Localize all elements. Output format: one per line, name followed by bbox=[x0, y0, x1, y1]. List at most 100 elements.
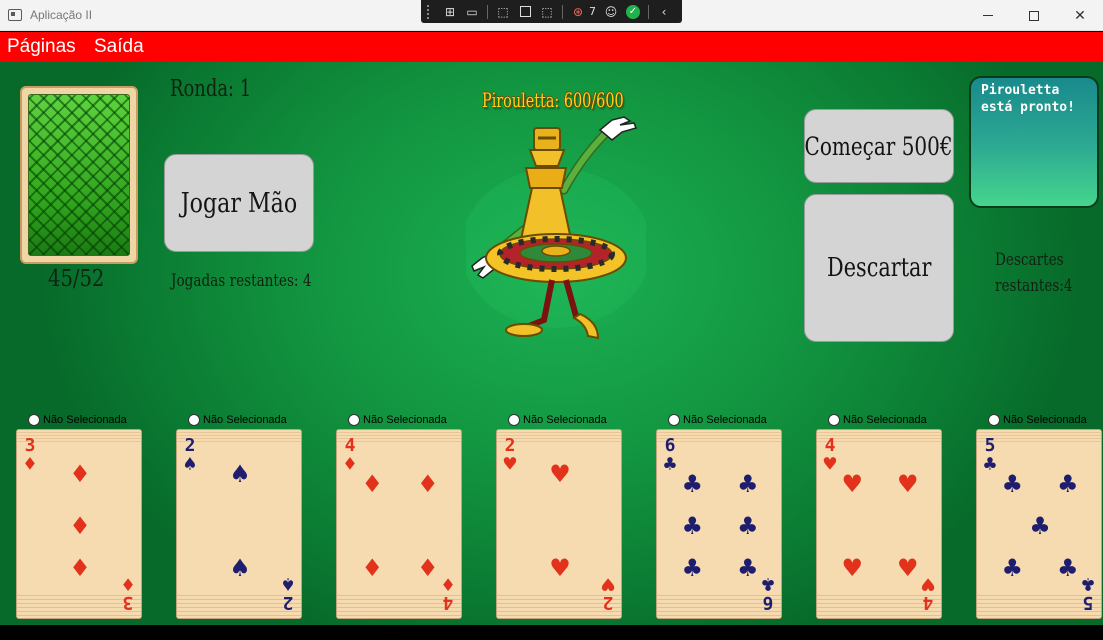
maximize-icon bbox=[1029, 10, 1039, 21]
start-button[interactable]: Começar 500€ bbox=[804, 109, 954, 183]
club-pip-icon: ♣ bbox=[681, 554, 704, 582]
playing-card[interactable]: 6 ♣ 6 ♣ ♣ ♣ ♣ ♣ ♣ ♣ bbox=[656, 429, 782, 619]
toolbar-divider bbox=[648, 4, 649, 19]
card-select-radio[interactable]: Não Selecionada bbox=[348, 413, 466, 427]
card-select-radio[interactable]: Não Selecionada bbox=[668, 413, 786, 427]
maximize-button[interactable] bbox=[1011, 0, 1057, 31]
accessibility-icon[interactable]: ☺ bbox=[600, 3, 622, 21]
window-title: Aplicação II bbox=[30, 8, 93, 22]
live-tree-icon[interactable]: ⊞ bbox=[439, 3, 461, 21]
hand-slot: Não Selecionada 6 ♣ 6 ♣ ♣ ♣ ♣ ♣ ♣ ♣ bbox=[656, 413, 786, 619]
card-select-radio[interactable]: Não Selecionada bbox=[828, 413, 946, 427]
track-focus-icon[interactable]: ⬚ bbox=[536, 3, 558, 21]
drag-handle-icon[interactable] bbox=[427, 4, 433, 19]
minimize-icon bbox=[983, 15, 993, 16]
heart-pip-icon: ♥ bbox=[841, 470, 864, 498]
club-pip-icon: ♣ bbox=[1001, 470, 1024, 498]
toolbar-divider bbox=[562, 4, 563, 19]
collapse-chevron-icon[interactable]: ‹ bbox=[653, 3, 675, 21]
spade-suit-icon: ♠ bbox=[281, 572, 295, 596]
playing-card[interactable]: 3 ♦ 3 ♦ ♦ ♦ ♦ bbox=[16, 429, 142, 619]
close-button[interactable]: ✕ bbox=[1057, 0, 1103, 31]
discard-button[interactable]: Descartar bbox=[804, 194, 954, 342]
club-suit-icon: ♣ bbox=[983, 452, 997, 476]
status-message-box: Pirouletta está pronto! bbox=[969, 76, 1099, 208]
spade-pip-icon: ♠ bbox=[229, 554, 251, 582]
radio-button[interactable] bbox=[508, 414, 520, 426]
playing-card[interactable]: 2 ♠ 2 ♠ ♠ ♠ bbox=[176, 429, 302, 619]
diamond-pip-icon: ♦ bbox=[69, 512, 91, 540]
heart-pip-icon: ♥ bbox=[896, 470, 919, 498]
card-corner-index: 2 ♠ bbox=[277, 572, 299, 613]
video-icon[interactable]: ▭ bbox=[461, 3, 483, 21]
card-corner-index: 4 ♦ bbox=[339, 437, 361, 476]
card-select-radio[interactable]: Não Selecionada bbox=[188, 413, 306, 427]
heart-pip-icon: ♥ bbox=[841, 554, 864, 582]
radio-button[interactable] bbox=[828, 414, 840, 426]
discard-label: Descartar bbox=[826, 253, 932, 283]
club-pip-icon: ♣ bbox=[736, 554, 759, 582]
menu-paginas[interactable]: Páginas bbox=[7, 36, 76, 58]
hand-slot: Não Selecionada 3 ♦ 3 ♦ ♦ ♦ ♦ bbox=[16, 413, 146, 619]
diamond-pip-icon: ♦ bbox=[416, 470, 439, 498]
radio-button[interactable] bbox=[988, 414, 1000, 426]
radio-button[interactable] bbox=[668, 414, 680, 426]
diamond-suit-icon: ♦ bbox=[121, 572, 135, 596]
club-pip-icon: ♣ bbox=[736, 470, 759, 498]
hand-slot: Não Selecionada 2 ♠ 2 ♠ ♠ ♠ bbox=[176, 413, 306, 619]
card-back-pattern bbox=[28, 94, 130, 256]
card-corner-index: 5 ♣ bbox=[979, 437, 1001, 476]
status-message: Pirouletta está pronto! bbox=[981, 83, 1075, 115]
play-hand-label: Jogar Mão bbox=[180, 187, 298, 219]
radio-button[interactable] bbox=[188, 414, 200, 426]
hand-slot: Não Selecionada 4 ♦ 4 ♦ ♦ ♦ ♦ ♦ bbox=[336, 413, 466, 619]
discards-remaining: Descartes restantes:4 bbox=[995, 247, 1092, 299]
display-layout-icon[interactable] bbox=[514, 3, 536, 21]
hand-slot: Não Selecionada 4 ♥ 4 ♥ ♥ ♥ ♥ ♥ bbox=[816, 413, 946, 619]
start-label: Começar 500€ bbox=[804, 131, 954, 161]
bottom-strip bbox=[0, 625, 1103, 640]
menu-bar: Páginas Saída bbox=[0, 32, 1103, 62]
card-select-label: Não Selecionada bbox=[1003, 414, 1087, 426]
card-select-label: Não Selecionada bbox=[203, 414, 287, 426]
club-suit-icon: ♣ bbox=[663, 452, 677, 476]
card-select-label: Não Selecionada bbox=[523, 414, 607, 426]
diamond-pip-icon: ♦ bbox=[416, 554, 439, 582]
hand-slot: Não Selecionada 5 ♣ 5 ♣ ♣ ♣ ♣ ♣ ♣ bbox=[976, 413, 1103, 619]
radio-button[interactable] bbox=[28, 414, 40, 426]
card-corner-index: 4 ♥ bbox=[819, 437, 841, 475]
club-pip-icon: ♣ bbox=[681, 470, 704, 498]
playing-card[interactable]: 4 ♦ 4 ♦ ♦ ♦ ♦ ♦ bbox=[336, 429, 462, 619]
minimize-button[interactable] bbox=[965, 0, 1011, 31]
club-pip-icon: ♣ bbox=[1056, 470, 1079, 498]
deck-pile[interactable] bbox=[20, 86, 138, 264]
card-select-radio[interactable]: Não Selecionada bbox=[28, 413, 146, 427]
round-label: Ronda: 1 bbox=[170, 76, 252, 102]
select-element-icon[interactable]: ⬚ bbox=[492, 3, 514, 21]
diamond-suit-icon: ♦ bbox=[343, 452, 357, 476]
discards-remaining-line2: restantes:4 bbox=[995, 276, 1073, 296]
radio-button[interactable] bbox=[348, 414, 360, 426]
playing-card[interactable]: 2 ♥ 2 ♥ ♥ ♥ bbox=[496, 429, 622, 619]
checkmark-icon[interactable]: ✓ bbox=[622, 3, 644, 21]
close-icon: ✕ bbox=[1074, 7, 1086, 24]
heart-pip-icon: ♥ bbox=[896, 554, 919, 582]
card-corner-index: 3 ♦ bbox=[117, 572, 139, 613]
playing-card[interactable]: 5 ♣ 5 ♣ ♣ ♣ ♣ ♣ ♣ bbox=[976, 429, 1102, 619]
diamond-pip-icon: ♦ bbox=[361, 470, 384, 498]
play-hand-button[interactable]: Jogar Mão bbox=[164, 154, 314, 252]
diamond-pip-icon: ♦ bbox=[69, 554, 91, 582]
boss-pirouletta-figure bbox=[466, 116, 646, 340]
menu-saida[interactable]: Saída bbox=[94, 36, 144, 58]
club-pip-icon: ♣ bbox=[1001, 554, 1024, 582]
binding-errors-count: 7 bbox=[589, 5, 596, 18]
spade-pip-icon: ♠ bbox=[229, 459, 251, 488]
club-pip-icon: ♣ bbox=[681, 512, 704, 540]
card-select-radio[interactable]: Não Selecionada bbox=[508, 413, 626, 427]
playing-card[interactable]: 4 ♥ 4 ♥ ♥ ♥ ♥ ♥ bbox=[816, 429, 942, 619]
club-pip-icon: ♣ bbox=[1056, 554, 1079, 582]
card-select-radio[interactable]: Não Selecionada bbox=[988, 413, 1103, 427]
app-window-icon bbox=[8, 9, 22, 21]
binding-errors-icon[interactable]: ⊛ bbox=[567, 3, 589, 21]
heart-pip-icon: ♥ bbox=[549, 554, 571, 582]
